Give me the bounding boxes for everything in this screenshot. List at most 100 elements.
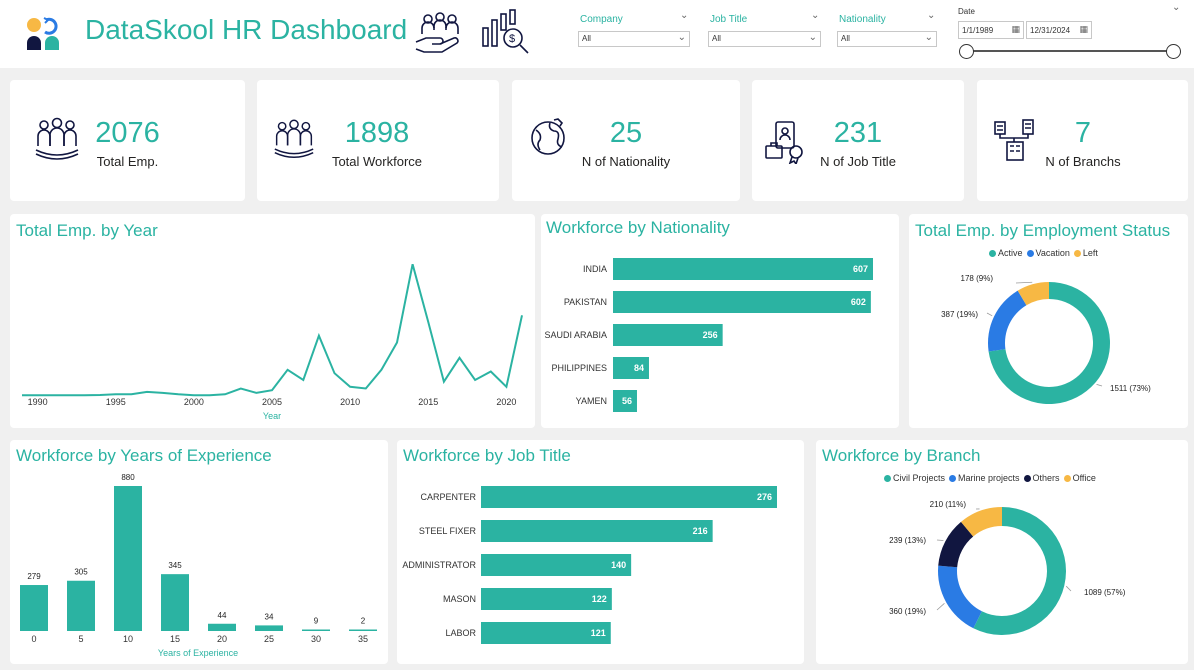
bar-chart: INDIA 607 PAKISTAN 602 SAUDI ARABIA 256 PHILIP… <box>544 258 873 412</box>
bar <box>302 629 330 631</box>
x-tick-label: 2005 <box>262 397 282 407</box>
panel-by-nationality: Workforce by Nationality INDIA 607 PAKISTA… <box>541 214 899 428</box>
job-title-select-value: All <box>712 34 721 43</box>
end-date-value: 12/31/2024 <box>1030 26 1071 35</box>
company-select-value: All <box>582 34 591 43</box>
bar <box>349 629 377 631</box>
x-tick-label: 35 <box>358 634 368 644</box>
date-filter-label: Date <box>958 7 975 16</box>
date-slider-end-handle[interactable] <box>1166 44 1181 59</box>
x-tick-label: 5 <box>78 634 83 644</box>
people-group-icon <box>273 118 315 165</box>
data-label: 345 <box>168 561 182 570</box>
leader-line <box>986 312 993 317</box>
bar <box>20 585 48 631</box>
data-label: 276 <box>757 492 772 502</box>
kpi-label: N of Job Title <box>820 154 896 169</box>
slice-label: 1511 (73%) <box>1110 384 1151 393</box>
svg-text:$: $ <box>509 33 515 45</box>
data-label: 305 <box>74 568 88 577</box>
slice-label: 360 (19%) <box>889 607 926 616</box>
slice-label: 387 (19%) <box>941 310 978 319</box>
kpi-label: Total Emp. <box>96 154 159 169</box>
panel-emp-by-year: Total Emp. by Year 1990 1995 2000 2005 2010 2… <box>10 214 535 428</box>
chevron-down-icon[interactable]: ⌄ <box>680 10 688 21</box>
start-date-input[interactable]: 1/1/1989 ▦ <box>958 21 1024 39</box>
data-label: 34 <box>265 612 274 621</box>
data-label: 140 <box>611 560 626 570</box>
leader-line <box>1096 383 1103 387</box>
slice-label: 178 (9%) <box>961 274 994 283</box>
pie-slice <box>988 290 1027 352</box>
date-slider-track[interactable] <box>966 50 1174 52</box>
bar <box>481 554 632 576</box>
chevron-down-icon[interactable]: ⌄ <box>1172 2 1180 13</box>
nationality-select-value: All <box>841 34 850 43</box>
data-label: 122 <box>592 594 607 604</box>
data-label: 602 <box>851 297 866 307</box>
kpi-value: 231 <box>833 117 883 149</box>
company-filter-label: Company <box>580 14 623 25</box>
x-tick-label: 1995 <box>106 397 126 407</box>
leader-line <box>936 539 944 541</box>
date-slider-start-handle[interactable] <box>959 44 974 59</box>
donut-chart: 1511 (73%) 387 (19%) 178 (9%) <box>941 274 1151 404</box>
bar <box>67 580 95 631</box>
chevron-down-icon[interactable]: ⌄ <box>927 10 935 21</box>
x-tick-label: 15 <box>170 634 180 644</box>
calendar-icon: ▦ <box>1079 24 1088 34</box>
data-label: 216 <box>693 526 708 536</box>
category-label: LABOR <box>445 628 476 638</box>
x-axis-title: Years of Experience <box>158 648 238 658</box>
kpi-label: N of Branchs <box>1045 154 1121 169</box>
end-date-input[interactable]: 12/31/2024 ▦ <box>1026 21 1092 39</box>
x-tick-label: 30 <box>311 634 321 644</box>
x-tick-label: 0 <box>31 634 36 644</box>
data-label: 279 <box>27 572 41 581</box>
data-label: 607 <box>853 264 868 274</box>
x-tick-label: 25 <box>264 634 274 644</box>
bar <box>481 486 777 508</box>
kpi-card-branches: 7 N of Branchs <box>977 80 1188 201</box>
start-date-value: 1/1/1989 <box>962 26 994 35</box>
panel-by-branch: Workforce by Branch Civil Projects Marine… <box>816 440 1188 664</box>
category-label: MASON <box>443 594 476 604</box>
kpi-value: 25 <box>609 117 643 149</box>
x-tick-label: 2010 <box>340 397 360 407</box>
nationality-select[interactable]: All ⌄ <box>837 31 937 47</box>
category-label: INDIA <box>583 264 607 274</box>
job-title-select[interactable]: All ⌄ <box>708 31 821 47</box>
kpi-value: 7 <box>1074 117 1092 149</box>
x-axis-title: Year <box>263 411 281 421</box>
category-label: ADMINISTRATOR <box>402 560 476 570</box>
leader-line <box>1065 585 1072 592</box>
bar <box>161 574 189 631</box>
data-label: 84 <box>634 363 644 373</box>
chevron-down-icon[interactable]: ⌄ <box>811 10 819 21</box>
panel-by-status: Total Emp. by Employment Status Active Va… <box>909 214 1188 428</box>
leader-line <box>936 603 945 611</box>
company-select[interactable]: All ⌄ <box>578 31 690 47</box>
kpi-label: N of Nationality <box>581 154 671 169</box>
buildings-icon <box>993 118 1035 167</box>
category-label: PHILIPPINES <box>551 363 607 373</box>
kpi-value: 2076 <box>95 117 160 149</box>
donut-chart: 1089 (57%) 360 (19%) 239 (13%) 210 (11%) <box>889 500 1126 635</box>
dashboard-title: DataSkool HR Dashboard <box>85 14 408 45</box>
data-label: 56 <box>622 396 632 406</box>
x-tick-label: 2015 <box>418 397 438 407</box>
kpi-card-nationality: 25 N of Nationality <box>512 80 740 201</box>
finance-chart-icon: $ <box>480 8 530 56</box>
chevron-down-icon: ⌄ <box>677 32 686 43</box>
panel-by-experience: Workforce by Years of Experience 279 0 305… <box>10 440 388 664</box>
data-label: 880 <box>121 473 135 482</box>
data-label: 2 <box>361 617 366 626</box>
slice-label: 1089 (57%) <box>1084 588 1126 597</box>
category-label: PAKISTAN <box>564 297 607 307</box>
x-tick-label: 1990 <box>28 397 48 407</box>
line-chart: 1990 1995 2000 2005 2010 2015 2020 Year <box>21 263 523 421</box>
kpi-card-total-workforce: 1898 Total Workforce <box>257 80 499 201</box>
data-label: 9 <box>314 617 319 626</box>
x-tick-label: 10 <box>123 634 133 644</box>
bar <box>613 291 871 313</box>
